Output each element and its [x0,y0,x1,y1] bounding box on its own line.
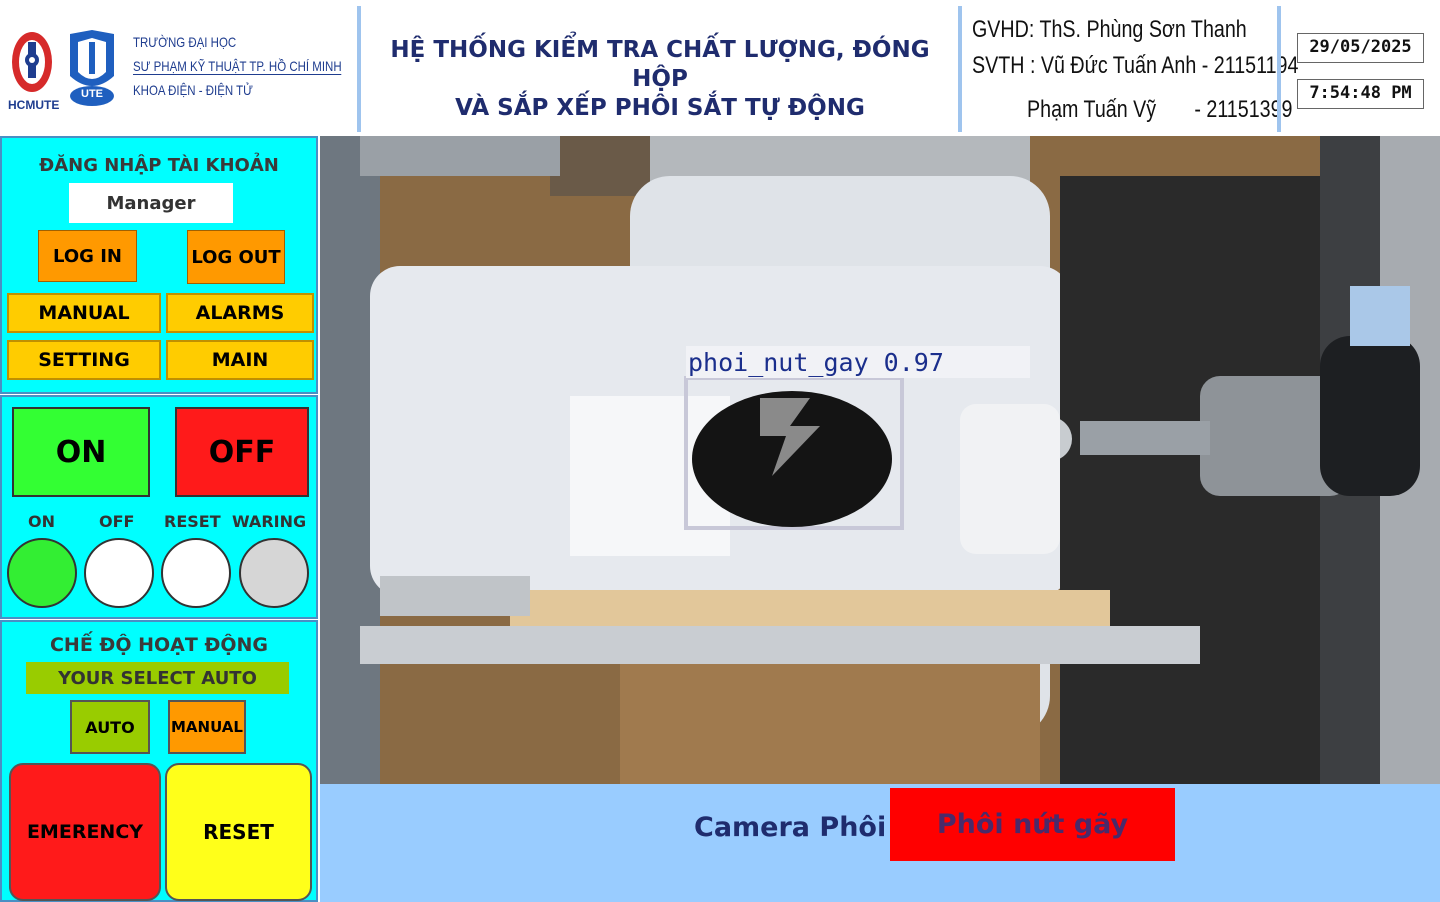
reset-button[interactable]: RESET [165,763,312,901]
advisor-name: GVHD: ThS. Phùng Sơn Thanh [972,16,1247,43]
date-display: 29/05/2025 [1297,33,1424,63]
power-panel: ON OFF ON OFF RESET WARING [0,395,318,619]
detection-label: phoi_nut_gay 0.97 [688,348,944,377]
manual-mode-button[interactable]: MANUAL [168,700,246,754]
hcmute-logo: HCMUTE [8,26,60,116]
hcmute-logo-text: HCMUTE [8,98,60,112]
title-line1: HỆ THỐNG KIỂM TRA CHẤT LƯỢNG, ĐÓNG HỘP [390,37,930,92]
lamp-label-reset: RESET [164,512,221,531]
setting-nav-button[interactable]: SETTING [7,340,161,380]
mode-title: CHẾ ĐỘ HOẠT ĐỘNG [49,634,269,656]
student-1: SVTH : Vũ Đức Tuấn Anh - 21151194 [972,52,1299,79]
ute-logo-text: UTE [81,88,103,100]
user-name-display: Manager [69,183,233,223]
login-button[interactable]: LOG IN [38,230,137,282]
lamp-label-warning: WARING [232,512,307,531]
lamp-label-on: ON [28,512,55,531]
inspection-result: Phôi nứt gãy [890,788,1175,861]
ute-logo: UTE [64,28,120,108]
camera-image [320,136,1440,784]
header-divider [958,6,962,132]
off-button[interactable]: OFF [175,407,309,497]
on-button[interactable]: ON [12,407,150,497]
title-line2: VÀ SẮP XẾP PHÔI SẮT TỰ ĐỘNG [455,95,865,121]
main-nav-button[interactable]: MAIN [166,340,314,380]
camera-feed: phoi_nut_gay 0.97 [320,136,1440,784]
header-bar: HCMUTE UTE TRƯỜNG ĐẠI HỌC SƯ PHẠM KỸ THU… [0,0,1440,134]
school-name-line2: SƯ PHẠM KỸ THUẬT TP. HỒ CHÍ MINH [133,58,342,75]
school-name-line1: TRƯỜNG ĐẠI HỌC [133,34,237,50]
logout-button[interactable]: LOG OUT [187,230,285,284]
student-2: Phạm Tuấn Vỹ - 21151399 [1027,96,1293,123]
reset-indicator-lamp [161,538,231,608]
off-indicator-lamp [84,538,154,608]
login-title: ĐĂNG NHẬP TÀI KHOẢN [39,155,279,176]
login-panel: ĐĂNG NHẬP TÀI KHOẢN Manager LOG IN LOG O… [0,136,318,394]
manual-nav-button[interactable]: MANUAL [7,293,161,333]
time-display: 7:54:48 PM [1297,79,1424,109]
alarms-nav-button[interactable]: ALARMS [166,293,314,333]
auto-mode-button[interactable]: AUTO [70,700,150,754]
header-divider [1277,6,1281,132]
mode-status: YOUR SELECT AUTO [26,662,289,694]
system-title: HỆ THỐNG KIỂM TRA CHẤT LƯỢNG, ĐÓNG HỘP V… [364,36,956,123]
emergency-button[interactable]: EMERENCY [9,763,161,901]
lamp-label-off: OFF [99,512,135,531]
mode-panel: CHẾ ĐỘ HOẠT ĐỘNG YOUR SELECT AUTO AUTO M… [0,620,318,902]
header-divider [357,6,361,132]
faculty-name: KHOA ĐIỆN - ĐIỆN TỬ [133,82,253,98]
camera-caption-bar: Camera Phôi Phôi nứt gãy [320,784,1440,902]
warning-indicator-lamp [239,538,309,608]
camera-caption: Camera Phôi [694,812,887,843]
on-indicator-lamp [7,538,77,608]
